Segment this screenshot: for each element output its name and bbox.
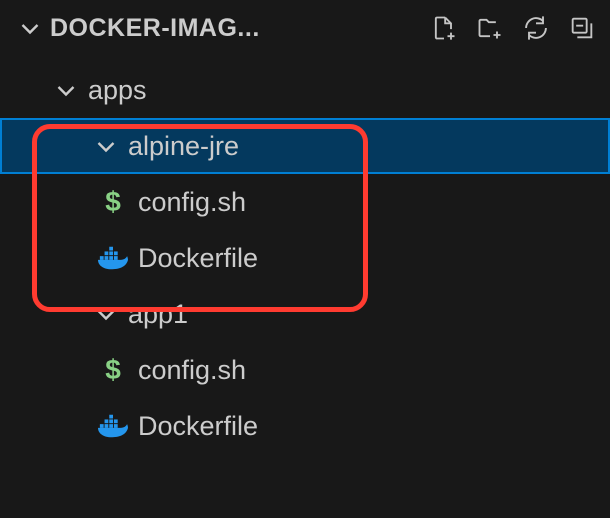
new-folder-icon[interactable] <box>474 12 506 44</box>
docker-file-icon <box>98 411 128 441</box>
folder-label: app1 <box>128 299 188 330</box>
file-config-sh[interactable]: $ config.sh <box>0 342 610 398</box>
folder-apps[interactable]: apps <box>0 62 610 118</box>
file-config-sh[interactable]: $ config.sh <box>0 174 610 230</box>
file-dockerfile[interactable]: Dockerfile <box>0 230 610 286</box>
folder-label: apps <box>88 75 147 106</box>
new-file-icon[interactable] <box>428 12 460 44</box>
collapse-all-icon[interactable] <box>566 12 598 44</box>
explorer-header: DOCKER-IMAG... <box>0 0 610 56</box>
file-label: Dockerfile <box>138 243 258 274</box>
file-dockerfile[interactable]: Dockerfile <box>0 398 610 454</box>
chevron-down-icon <box>54 78 78 102</box>
file-label: Dockerfile <box>138 411 258 442</box>
docker-file-icon <box>98 243 128 273</box>
file-label: config.sh <box>138 187 246 218</box>
file-tree: apps alpine-jre $ config.sh Dockerfile a… <box>0 56 610 454</box>
shell-file-icon: $ <box>98 355 128 385</box>
folder-label: alpine-jre <box>128 131 239 162</box>
folder-app1[interactable]: app1 <box>0 286 610 342</box>
chevron-down-icon <box>94 302 118 326</box>
file-label: config.sh <box>138 355 246 386</box>
chevron-down-icon <box>94 134 118 158</box>
folder-alpine-jre[interactable]: alpine-jre <box>0 118 610 174</box>
chevron-down-icon[interactable] <box>18 16 42 40</box>
header-actions <box>422 12 598 44</box>
refresh-icon[interactable] <box>520 12 552 44</box>
project-title: DOCKER-IMAG... <box>50 14 422 43</box>
shell-file-icon: $ <box>98 187 128 217</box>
